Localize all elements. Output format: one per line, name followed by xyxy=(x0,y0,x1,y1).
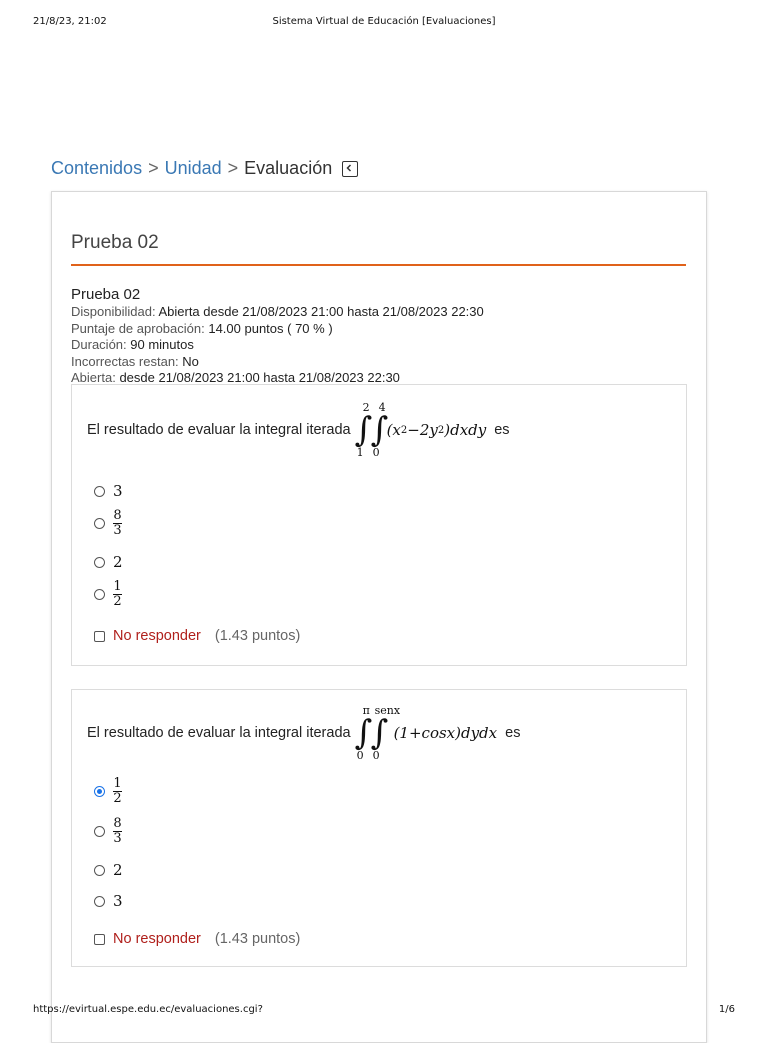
answer-option[interactable]: 83 xyxy=(94,816,122,846)
checkbox[interactable] xyxy=(94,933,105,945)
answer-option[interactable]: 12 xyxy=(94,776,122,806)
no-responder-checkbox[interactable]: No responder (1.43 puntos) xyxy=(94,628,300,644)
panel-divider xyxy=(71,264,686,266)
answer-option[interactable]: 3 xyxy=(94,482,123,500)
answer-option[interactable]: 83 xyxy=(94,508,122,538)
radio-button[interactable] xyxy=(94,895,105,907)
info-incorrectas: Incorrectas restan: No xyxy=(71,353,199,369)
fraction: 83 xyxy=(113,508,122,538)
info-duracion: Duración: 90 minutos xyxy=(71,337,194,352)
radio-button[interactable] xyxy=(94,864,105,876)
question-card: El resultado de evaluar la integral iter… xyxy=(71,689,687,967)
question-prompt: El resultado de evaluar la integral iter… xyxy=(87,401,510,459)
answer-option[interactable]: 12 xyxy=(94,579,122,609)
print-url: https://evirtual.espe.edu.ec/evaluacione… xyxy=(33,1004,263,1015)
breadcrumb: Contenidos > Unidad > Evaluación xyxy=(51,158,359,179)
breadcrumb-current: Evaluación xyxy=(244,158,333,178)
question-prompt: El resultado de evaluar la integral iter… xyxy=(87,704,521,762)
breadcrumb-separator: > xyxy=(148,158,159,178)
fraction: 12 xyxy=(113,776,122,806)
evaluation-panel: Prueba 02 Prueba 02 Disponibilidad: Abie… xyxy=(51,191,707,1043)
panel-title: Prueba 02 xyxy=(71,232,159,253)
checkbox[interactable] xyxy=(94,630,105,642)
radio-button[interactable] xyxy=(94,485,105,497)
integral-expression: 2 ∫ 1 4 ∫ 0 (x 2 −2y 2)dxdy xyxy=(354,401,487,459)
fraction: 12 xyxy=(113,579,122,609)
radio-button-selected[interactable] xyxy=(94,786,105,797)
radio-button[interactable] xyxy=(94,826,105,837)
breadcrumb-separator: > xyxy=(227,158,239,178)
radio-button[interactable] xyxy=(94,589,105,600)
back-icon[interactable] xyxy=(342,160,359,177)
info-puntaje: Puntaje de aprobación: 14.00 puntos ( 70… xyxy=(71,320,333,336)
radio-button[interactable] xyxy=(94,556,105,568)
answer-option[interactable]: 3 xyxy=(94,892,123,910)
no-responder-checkbox[interactable]: No responder (1.43 puntos) xyxy=(94,931,300,947)
breadcrumb-unidad[interactable]: Unidad xyxy=(165,158,222,179)
print-page-count: 1/6 xyxy=(718,1004,735,1015)
integral-expression: π ∫ 0 senx ∫ 0 (1+cosx)dydx xyxy=(354,704,498,762)
fraction: 83 xyxy=(113,816,122,846)
print-page-title: Sistema Virtual de Educación [Evaluacion… xyxy=(272,16,496,27)
answer-option[interactable]: 2 xyxy=(94,553,123,571)
evaluation-name: Prueba 02 xyxy=(71,286,141,303)
evaluation-info: Prueba 02 Disponibilidad: Abierta desde … xyxy=(71,286,484,387)
answer-option[interactable]: 2 xyxy=(94,861,123,879)
radio-button[interactable] xyxy=(94,518,105,529)
info-disponibilidad: Disponibilidad: Abierta desde 21/08/2023… xyxy=(71,304,484,319)
question-card: El resultado de evaluar la integral iter… xyxy=(71,384,687,666)
breadcrumb-contenidos[interactable]: Contenidos xyxy=(51,158,142,179)
